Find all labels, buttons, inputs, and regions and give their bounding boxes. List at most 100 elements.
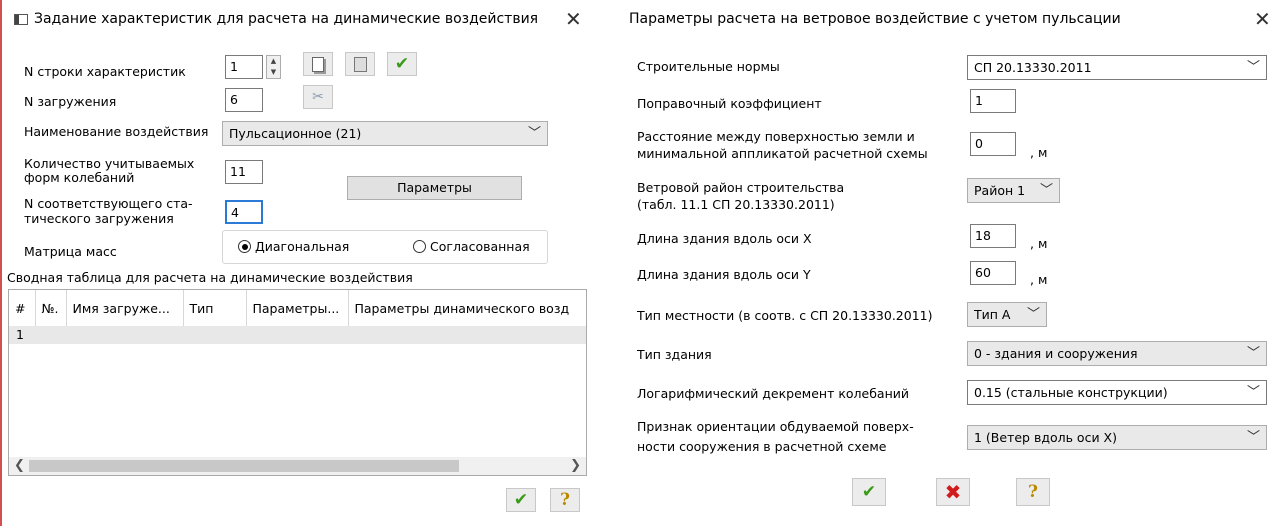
radio-diagonal-label: Диагональная <box>255 239 350 254</box>
close-icon[interactable]: ✕ <box>1254 7 1271 31</box>
window-icon <box>14 14 28 25</box>
radio-consistent-label: Согласованная <box>430 239 530 254</box>
col-load-name[interactable]: Имя загруже... <box>66 290 184 326</box>
len-x-input[interactable]: 18 <box>970 224 1016 248</box>
scroll-left-icon[interactable]: ❮ <box>14 458 25 473</box>
scroll-thumb[interactable] <box>29 460 459 472</box>
region-select[interactable]: Район 1 ﹀ <box>967 178 1060 203</box>
radio-on-icon <box>238 240 251 253</box>
modes-count-label-2: форм колебаний <box>24 170 135 185</box>
help-icon: ? <box>560 490 570 510</box>
col-type[interactable]: Тип <box>183 290 247 326</box>
action-name-label: Наименование воздействия <box>24 124 209 139</box>
len-y-label: Длина здания вдоль оси Y <box>637 267 811 282</box>
norms-label: Строительные нормы <box>637 59 780 74</box>
scissors-icon: ✂ <box>312 89 324 105</box>
check-icon: ✔ <box>513 490 529 510</box>
table-row[interactable]: 1 <box>9 326 586 344</box>
corr-input[interactable]: 1 <box>970 89 1016 113</box>
help-button[interactable]: ? <box>1016 478 1050 506</box>
copy-button[interactable] <box>303 52 333 76</box>
static-load-label-1: N соответствующего ста- <box>24 196 193 211</box>
dist-unit: , м <box>1030 145 1048 160</box>
chevron-down-icon: ﹀ <box>1039 183 1053 198</box>
col-num[interactable]: №. <box>35 290 67 326</box>
paste-button[interactable] <box>345 52 375 76</box>
row-num-label: N строки характеристик <box>24 64 186 79</box>
norms-value: СП 20.13330.2011 <box>974 60 1092 75</box>
chevron-down-icon: ﹀ <box>1246 60 1260 75</box>
norms-select[interactable]: СП 20.13330.2011 ﹀ <box>967 55 1267 80</box>
right-dialog-title: Параметры расчета на ветровое воздействи… <box>629 11 1121 27</box>
building-value: 0 - здания и сооружения <box>974 346 1138 361</box>
help-button[interactable]: ? <box>550 488 580 512</box>
parameters-button[interactable]: Параметры <box>347 176 522 200</box>
region-label-1: Ветровой район строительства <box>637 180 845 195</box>
orient-select[interactable]: 1 (Ветер вдоль оси X) ﹀ <box>967 425 1267 450</box>
dialog-separator <box>600 0 618 526</box>
static-load-input[interactable]: 4 <box>225 200 263 224</box>
mass-matrix-label: Матрица масс <box>24 244 117 259</box>
len-y-input[interactable]: 60 <box>970 261 1016 285</box>
decrement-select[interactable]: 0.15 (стальные конструкции) ﹀ <box>967 380 1267 405</box>
action-name-select[interactable]: Пульсационное (21) ﹀ <box>222 121 548 146</box>
left-dialog-title: Задание характеристик для расчета на дин… <box>34 11 539 27</box>
load-num-input[interactable]: 6 <box>225 88 263 112</box>
chevron-down-icon: ﹀ <box>1246 430 1260 445</box>
cut-button[interactable]: ✂ <box>303 85 333 109</box>
len-x-label: Длина здания вдоль оси X <box>637 231 812 246</box>
orient-value: 1 (Ветер вдоль оси X) <box>974 430 1117 445</box>
corr-label: Поправочный коэффициент <box>637 96 822 111</box>
terrain-value: Тип А <box>974 307 1011 322</box>
left-dialog: Задание характеристик для расчета на дин… <box>0 0 595 526</box>
building-select[interactable]: 0 - здания и сооружения ﹀ <box>967 341 1267 366</box>
row-num-input[interactable]: 1 <box>225 55 263 79</box>
modes-count-label-1: Количество учитываемых <box>24 156 195 171</box>
col-hash[interactable]: # <box>9 290 36 326</box>
ok-button[interactable]: ✔ <box>506 488 536 512</box>
apply-button[interactable]: ✔ <box>387 52 417 76</box>
terrain-select[interactable]: Тип А ﹀ <box>967 302 1047 327</box>
radio-off-icon <box>413 240 426 253</box>
scroll-right-icon[interactable]: ❯ <box>570 458 581 473</box>
cancel-icon: ✖ <box>944 480 962 504</box>
ok-button[interactable]: ✔ <box>852 478 886 506</box>
close-icon[interactable]: ✕ <box>565 7 582 31</box>
right-dialog: Параметры расчета на ветровое воздействи… <box>620 0 1287 526</box>
check-icon: ✔ <box>861 482 877 502</box>
dist-label-1: Расстояние между поверхностью земли и <box>637 129 915 144</box>
dist-label-2: минимальной аппликатой расчетной схемы <box>637 146 928 161</box>
chevron-down-icon: ﹀ <box>1026 307 1040 322</box>
radio-diagonal[interactable]: Диагональная <box>238 240 349 254</box>
cancel-button[interactable]: ✖ <box>936 478 970 506</box>
len-y-unit: , м <box>1030 272 1048 287</box>
decrement-label: Логарифмический декремент колебаний <box>637 386 910 401</box>
dist-input[interactable]: 0 <box>970 132 1016 156</box>
row-num-spinner[interactable]: ▲ ▼ <box>266 55 281 79</box>
table-header-row: # №. Имя загруже... Тип Параметры... Пар… <box>9 290 586 326</box>
decrement-value: 0.15 (стальные конструкции) <box>974 385 1168 400</box>
orient-label-2: ности сооружения в расчетной схеме <box>637 439 887 454</box>
region-label-2: (табл. 11.1 СП 20.13330.2011) <box>637 197 835 212</box>
len-x-unit: , м <box>1030 236 1048 251</box>
terrain-label: Тип местности (в соотв. с СП 20.13330.20… <box>637 308 933 323</box>
static-load-label-2: тического загружения <box>24 211 174 226</box>
chevron-down-icon: ﹀ <box>1246 385 1260 400</box>
load-num-label: N загружения <box>24 94 117 109</box>
col-dyn-params[interactable]: Параметры динамического возд <box>348 290 586 326</box>
orient-label-1: Признак ориентации обдуваемой поверх- <box>637 419 914 434</box>
table-caption: Сводная таблица для расчета на динамичес… <box>7 270 413 285</box>
table-row-index: 1 <box>16 327 24 342</box>
chevron-down-icon: ﹀ <box>1246 346 1260 361</box>
modes-count-input[interactable]: 11 <box>225 160 263 184</box>
radio-consistent[interactable]: Согласованная <box>413 240 530 254</box>
region-value: Район 1 <box>974 183 1026 198</box>
left-border <box>0 0 2 526</box>
col-params[interactable]: Параметры... <box>246 290 349 326</box>
horizontal-scrollbar[interactable]: ❮ ❯ <box>9 457 586 475</box>
copy-icon <box>312 56 324 72</box>
summary-table: # №. Имя загруже... Тип Параметры... Пар… <box>8 289 587 476</box>
building-label: Тип здания <box>637 347 712 362</box>
help-icon: ? <box>1028 482 1038 502</box>
action-name-value: Пульсационное (21) <box>229 126 362 141</box>
